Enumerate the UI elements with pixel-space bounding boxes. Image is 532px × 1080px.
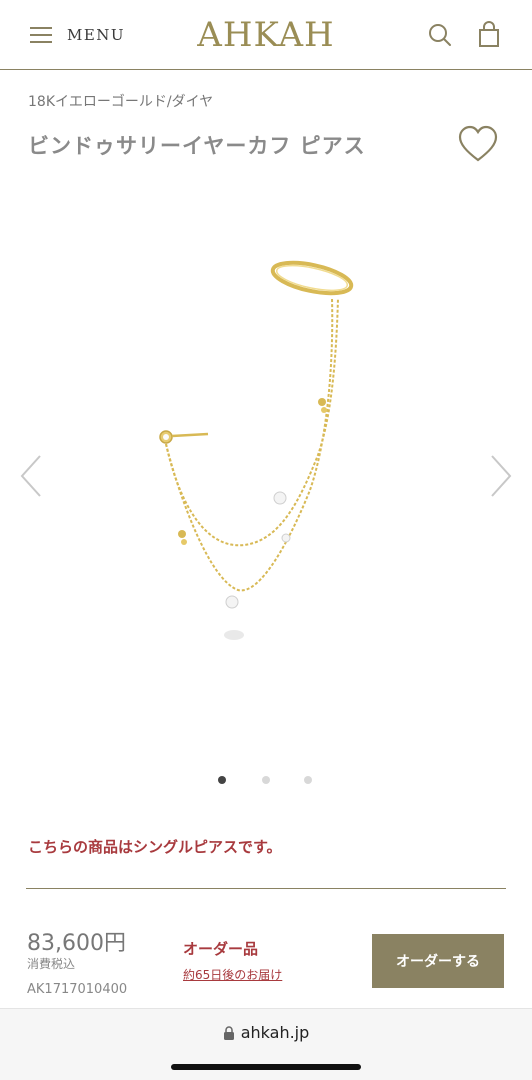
- heart-icon: [458, 125, 498, 162]
- prev-arrow[interactable]: [16, 452, 46, 500]
- product-price: 83,600円: [27, 931, 126, 956]
- lock-icon: [223, 1025, 234, 1040]
- product-gallery[interactable]: [0, 190, 532, 760]
- shopping-bag-icon: [479, 21, 499, 47]
- url-text: ahkah.jp: [240, 1023, 310, 1042]
- single-earring-notice: こちらの商品はシングルピアスです。: [28, 838, 282, 856]
- home-indicator[interactable]: [171, 1064, 361, 1070]
- product-category: 18Kイエローゴールド/ダイヤ: [28, 94, 214, 110]
- search-button[interactable]: [425, 20, 455, 50]
- product-sku: AK1717010400: [27, 982, 128, 997]
- hamburger-icon: [30, 27, 52, 43]
- gallery-dot-1[interactable]: [218, 776, 226, 784]
- delivery-estimate-link[interactable]: 約65日後のお届け: [183, 966, 282, 983]
- chevron-right-icon: [491, 455, 512, 497]
- search-icon: [429, 24, 451, 46]
- divider: [26, 888, 506, 889]
- chevron-left-icon: [20, 455, 41, 497]
- brand-logo[interactable]: AHKAH: [197, 12, 333, 58]
- order-button[interactable]: オーダーする: [372, 934, 504, 988]
- next-arrow[interactable]: [486, 452, 516, 500]
- order-type-label: オーダー品: [183, 940, 259, 958]
- url-field[interactable]: ahkah.jp: [0, 1023, 532, 1042]
- gallery-dot-3[interactable]: [304, 776, 312, 784]
- cart-button[interactable]: [474, 20, 504, 50]
- gallery-pagination: [218, 775, 318, 787]
- menu-button[interactable]: MENU: [30, 22, 125, 48]
- site-header: MENU AHKAH: [0, 0, 532, 70]
- favorite-button[interactable]: [456, 124, 500, 164]
- browser-address-bar: ahkah.jp: [0, 1008, 532, 1080]
- product-image: [159, 260, 354, 640]
- tax-note: 消費税込: [27, 957, 76, 971]
- gallery-dot-2[interactable]: [262, 776, 270, 784]
- menu-label: MENU: [67, 26, 126, 44]
- product-title: ビンドゥサリーイヤーカフ ピアス: [28, 134, 366, 158]
- logo-text: AHKAH: [197, 15, 335, 55]
